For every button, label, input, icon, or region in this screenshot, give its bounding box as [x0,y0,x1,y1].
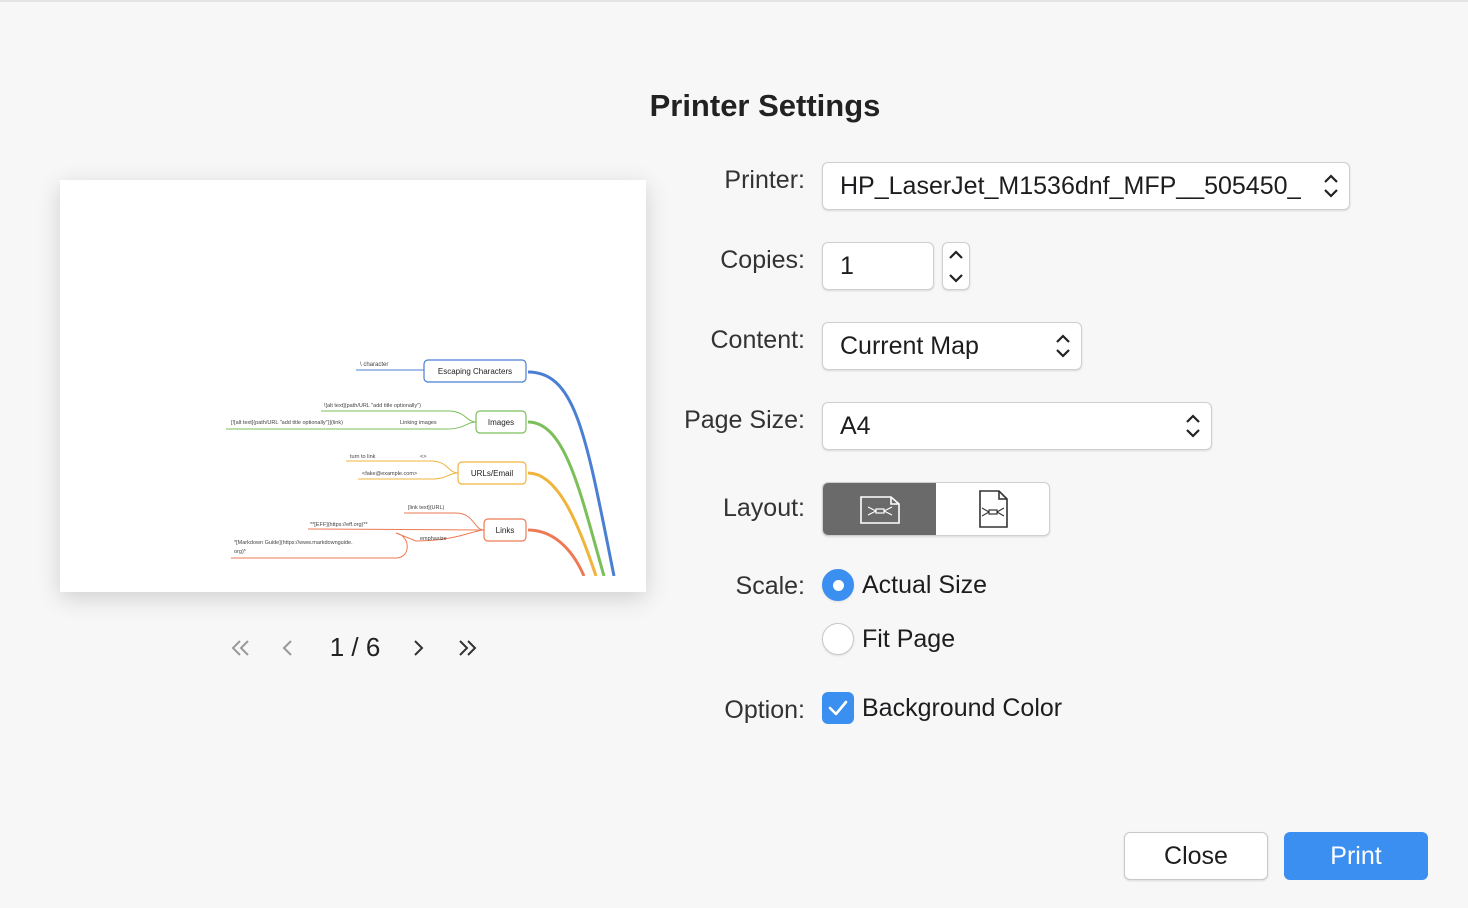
content-label: Content: [710,326,805,354]
mind-map-preview: Escaping Characters \ character Images !… [226,359,616,576]
leaf-link-text: [link text](URL) [408,505,445,511]
portrait-page-icon [978,490,1008,528]
content-select[interactable]: Current Map [822,322,1082,370]
first-page-icon[interactable] [226,632,256,664]
layout-landscape-button[interactable] [823,483,936,535]
last-page-icon[interactable] [452,632,482,664]
leaf-linking-images: Linking images [400,420,437,426]
layout-segmented-control [822,482,1050,536]
copies-value: 1 [840,251,854,280]
copies-stepper[interactable] [942,242,970,290]
chevron-updown-icon [1324,174,1338,198]
node-escaping-label: Escaping Characters [438,367,512,376]
preview-page: Escaping Characters \ character Images !… [76,196,630,576]
fit-page-text: Fit Page [862,624,956,653]
node-images-label: Images [488,418,514,427]
actual-size-radio[interactable] [822,569,854,601]
next-page-icon[interactable] [406,632,430,664]
top-divider [0,0,1468,2]
background-color-text: Background Color [862,693,1063,722]
leaf-emphasize: emphasize [420,536,447,542]
leaf-eff: **[EFF](https://eff.org)** [310,522,369,528]
page-count: 1 / 6 [329,632,381,662]
content-value: Current Map [840,331,979,360]
checkmark-icon [828,700,848,716]
chevron-updown-icon [1056,334,1070,358]
close-button[interactable]: Close [1124,832,1268,880]
scale-actual-size-option[interactable]: Actual Size [822,569,987,601]
leaf-email: <fake@example.com> [362,471,417,477]
leaf-image-alt: ![alt text](path/URL "add title optional… [324,403,421,409]
leaf-image-link: [![alt text](path/URL "add title optiona… [231,420,343,426]
landscape-page-icon [859,496,900,524]
decrement-icon[interactable] [943,266,969,289]
printer-select[interactable]: HP_LaserJet_M1536dnf_MFP__505450_ [822,162,1350,210]
print-preview: Escaping Characters \ character Images !… [60,180,646,592]
node-escaping: Escaping Characters [423,359,527,383]
dialog-title: Printer Settings [649,88,881,123]
branch-urls [527,471,598,576]
print-button[interactable]: Print [1284,832,1428,880]
leaf-angle-brackets: <> [420,454,426,460]
printer-value: HP_LaserJet_M1536dnf_MFP__505450_ [840,171,1302,200]
page-size-select[interactable]: A4 [822,402,1212,450]
page-size-value: A4 [840,411,871,440]
leaf-backslash: \ character [360,362,388,368]
option-label: Option: [724,696,805,724]
previous-page-icon[interactable] [276,632,300,664]
node-images: Images [475,410,527,434]
scale-fit-page-option[interactable]: Fit Page [822,623,955,655]
printer-label: Printer: [724,166,805,194]
page-navigator: 1 / 6 [220,628,490,668]
branch-links [527,528,586,576]
increment-icon[interactable] [943,243,969,266]
leaf-md-guide-2: org)* [234,549,247,555]
page-size-label: Page Size: [684,406,805,434]
background-color-checkbox[interactable] [822,692,854,724]
actual-size-text: Actual Size [862,570,988,599]
node-links-label: Links [496,526,515,535]
scale-label: Scale: [735,572,805,600]
chevron-updown-icon [1186,414,1200,438]
branch-escaping [527,370,616,576]
copies-input[interactable]: 1 [822,242,934,290]
node-urls-label: URLs/Email [471,469,513,478]
fit-page-radio[interactable] [822,623,854,655]
background-color-option[interactable]: Background Color [822,692,1062,724]
leaf-md-guide-1: *[Markdown Guide](https://www.markdowngu… [234,540,353,546]
leaf-turn-to-link: turn to link [350,454,376,460]
node-urls: URLs/Email [457,461,527,485]
copies-label: Copies: [720,246,805,274]
branch-images [527,420,606,576]
node-links: Links [483,518,527,542]
layout-portrait-button[interactable] [936,483,1049,535]
layout-label: Layout: [722,494,805,522]
